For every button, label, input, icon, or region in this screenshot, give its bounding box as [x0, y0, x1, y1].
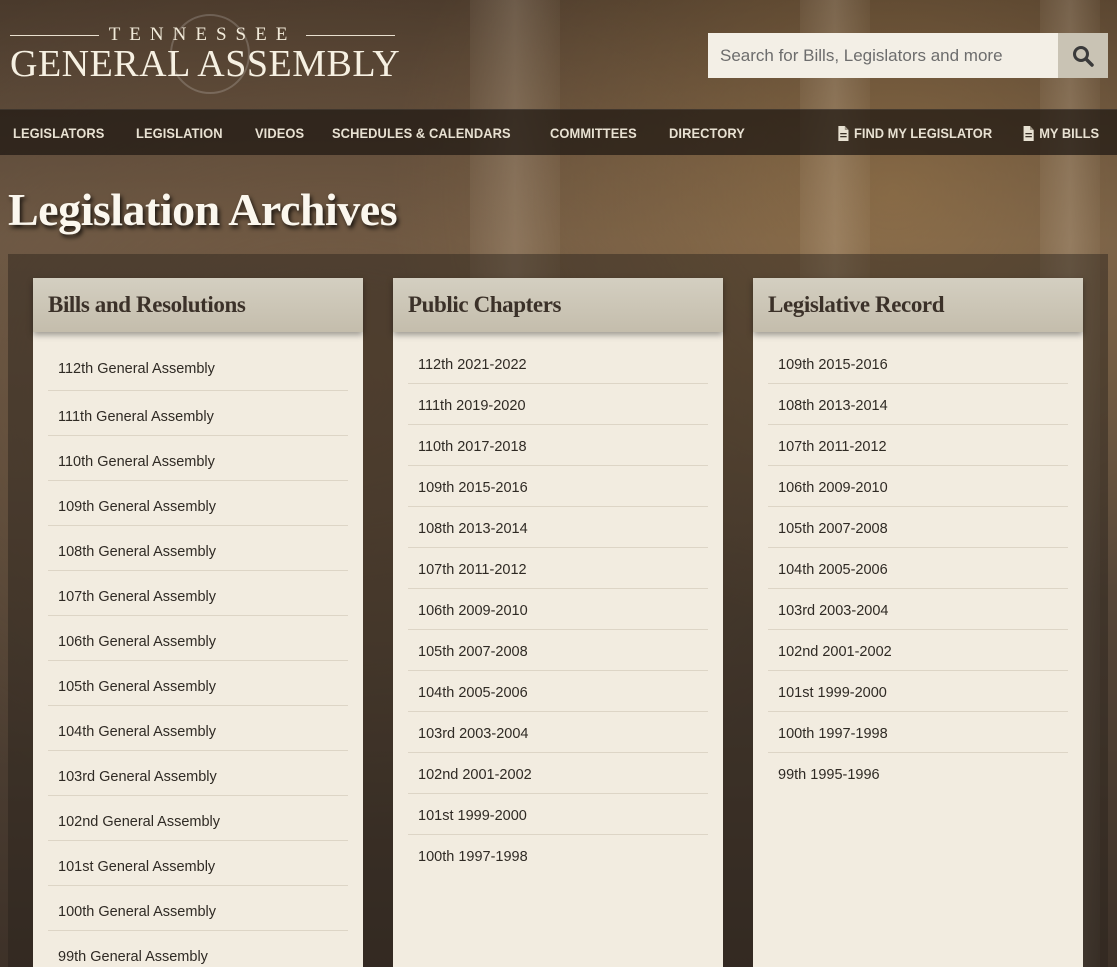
list-item[interactable]: 100th 1997-1998 [768, 712, 1068, 753]
list-item[interactable]: 107th General Assembly [48, 571, 348, 616]
search-bar [708, 33, 1108, 78]
my-bills-link[interactable]: MY BILLS [1023, 125, 1099, 141]
page-title: Legislation Archives [8, 184, 398, 235]
list-item[interactable]: 101st 1999-2000 [408, 794, 708, 835]
list-item[interactable]: 108th 2013-2014 [768, 384, 1068, 425]
panel-title: Legislative Record [768, 292, 945, 317]
list-item[interactable]: 99th 1995-1996 [768, 753, 1068, 794]
logo-rule [10, 34, 99, 36]
nav-directory[interactable]: DIRECTORY [669, 125, 745, 141]
list-item[interactable]: 106th 2009-2010 [768, 466, 1068, 507]
list-item[interactable]: 108th General Assembly [48, 526, 348, 571]
list-item[interactable]: 100th 1997-1998 [408, 835, 708, 876]
document-icon [838, 125, 849, 141]
list-item[interactable]: 111th 2019-2020 [408, 384, 708, 425]
nav-legislators[interactable]: LEGISLATORS [13, 125, 104, 141]
nav-legislation[interactable]: LEGISLATION [136, 125, 223, 141]
list-item[interactable]: 104th 2005-2006 [408, 671, 708, 712]
list-item[interactable]: 101st 1999-2000 [768, 671, 1068, 712]
list-item[interactable]: 107th 2011-2012 [408, 548, 708, 589]
list-item[interactable]: 105th 2007-2008 [768, 507, 1068, 548]
search-input[interactable] [708, 33, 1058, 78]
public-chapters-list: 112th 2021-2022 111th 2019-2020 110th 20… [408, 343, 708, 876]
list-item[interactable]: 111th General Assembly [48, 391, 348, 436]
site-logo[interactable]: TENNESSEE GENERAL ASSEMBLY [10, 14, 400, 94]
panel-title: Bills and Resolutions [48, 292, 246, 317]
list-item[interactable]: 102nd 2001-2002 [768, 630, 1068, 671]
legislative-record-list: 109th 2015-2016 108th 2013-2014 107th 20… [768, 343, 1068, 794]
list-item[interactable]: 108th 2013-2014 [408, 507, 708, 548]
panel-title: Public Chapters [408, 292, 562, 317]
search-button[interactable] [1058, 33, 1108, 78]
list-item[interactable]: 104th General Assembly [48, 706, 348, 751]
list-item[interactable]: 110th 2017-2018 [408, 425, 708, 466]
find-my-legislator-link[interactable]: FIND MY LEGISLATOR [837, 125, 992, 141]
logo-rule [306, 34, 396, 36]
search-icon [1073, 45, 1094, 67]
list-item[interactable]: 109th 2015-2016 [768, 343, 1068, 384]
legislative-record-panel: Legislative Record 109th 2015-2016 108th… [753, 278, 1083, 967]
list-item[interactable]: 103rd 2003-2004 [408, 712, 708, 753]
find-my-legislator-label: FIND MY LEGISLATOR [853, 125, 992, 141]
list-item[interactable]: 112th 2021-2022 [408, 343, 708, 384]
list-item[interactable]: 103rd 2003-2004 [768, 589, 1068, 630]
list-item[interactable]: 101st General Assembly [48, 841, 348, 886]
list-item[interactable]: 109th 2015-2016 [408, 466, 708, 507]
logo-title: GENERAL ASSEMBLY [10, 43, 401, 85]
list-item[interactable]: 104th 2005-2006 [768, 548, 1068, 589]
list-item[interactable]: 106th General Assembly [48, 616, 348, 661]
list-item[interactable]: 105th General Assembly [48, 661, 348, 706]
list-item[interactable]: 102nd 2001-2002 [408, 753, 708, 794]
bills-resolutions-list: 112th General Assembly 111th General Ass… [48, 343, 348, 967]
main-nav: LEGISLATORS LEGISLATION VIDEOS SCHEDULES… [0, 109, 1117, 155]
list-item[interactable]: 105th 2007-2008 [408, 630, 708, 671]
list-item[interactable]: 103rd General Assembly [48, 751, 348, 796]
document-icon [1023, 125, 1034, 141]
nav-videos[interactable]: VIDEOS [255, 125, 304, 141]
bills-resolutions-panel: Bills and Resolutions 112th General Asse… [33, 278, 363, 967]
my-bills-label: MY BILLS [1039, 125, 1099, 141]
list-item[interactable]: 109th General Assembly [48, 481, 348, 526]
nav-schedules-calendars[interactable]: SCHEDULES & CALENDARS [332, 125, 511, 141]
list-item[interactable]: 106th 2009-2010 [408, 589, 708, 630]
list-item[interactable]: 102nd General Assembly [48, 796, 348, 841]
public-chapters-panel: Public Chapters 112th 2021-2022 111th 20… [393, 278, 723, 967]
list-item[interactable]: 110th General Assembly [48, 436, 348, 481]
list-item[interactable]: 112th General Assembly [48, 343, 348, 391]
nav-committees[interactable]: COMMITTEES [550, 125, 637, 141]
list-item[interactable]: 99th General Assembly [48, 931, 348, 967]
list-item[interactable]: 107th 2011-2012 [768, 425, 1068, 466]
list-item[interactable]: 100th General Assembly [48, 886, 348, 931]
